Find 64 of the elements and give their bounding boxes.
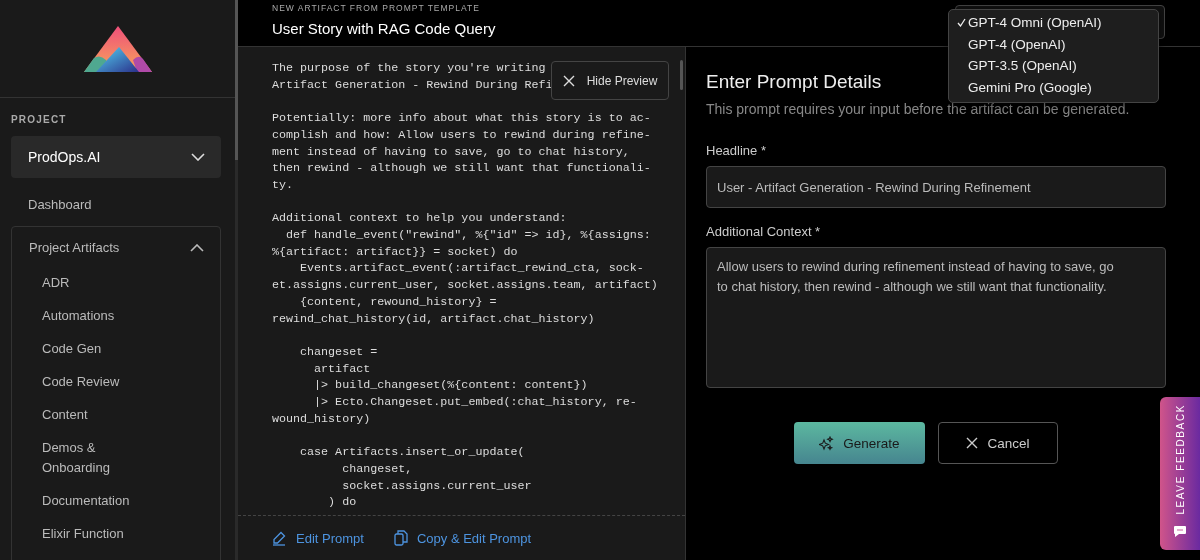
action-link[interactable]: Edit Prompt (272, 530, 364, 546)
field-label: Additional Context * (706, 224, 821, 239)
code-line: socket.assigns.current_user (341, 477, 532, 495)
page-overline: NEW ARTIFACT FROM PROMPT TEMPLATE (272, 3, 480, 13)
code-line: wound_history) (272, 410, 371, 428)
nav-item[interactable]: Content (42, 399, 132, 432)
code-line: artifact (313, 360, 371, 378)
code-line: complish and how: Allow users to rewind during refine- (272, 126, 651, 144)
code-line: Events.artifact_event(:artifact_rewind_cta, sock- (299, 260, 644, 278)
cancel-button[interactable]: Cancel (938, 422, 1058, 464)
nav-item[interactable]: Automations (42, 300, 132, 333)
logo-icon (82, 24, 153, 73)
action-link[interactable]: Copy & Edit Prompt (393, 530, 532, 546)
form-subtitle: This prompt requires your input before the artifact can be generated. (706, 101, 1130, 117)
scrollbar-thumb[interactable] (680, 60, 683, 90)
copy-icon (393, 530, 408, 546)
nav-item[interactable]: Code Gen (42, 333, 132, 366)
code-line: |> build_changeset(%{content: content}) (313, 377, 588, 394)
nav-item[interactable]: ADR (42, 267, 132, 300)
close-icon (966, 437, 979, 449)
code-line: then rewind - although we still want that functionali- (272, 160, 651, 177)
dropdown-option[interactable]: Gemini Pro (Google) (949, 76, 1158, 98)
code-line: Additional context to help you understand: (272, 210, 567, 227)
nav-item[interactable]: Documentation (42, 485, 132, 518)
code-line: %{artifact: artifact}} = socket) do (272, 243, 518, 261)
nav-group-header[interactable]: Project Artifacts (29, 240, 120, 255)
code-line: et.assigns.current_user, socket.assigns.team, artifact) (272, 277, 658, 294)
nav-item[interactable]: Dashboard (28, 197, 92, 212)
nav-item[interactable]: Demos & Onboarding (42, 432, 132, 485)
code-line: changeset, (341, 460, 413, 478)
generate-button[interactable]: Generate (794, 422, 925, 464)
code-line: Artifact Generation - Rewind During Refi (272, 76, 553, 94)
code-line: case Artifacts.insert_or_update( (299, 444, 525, 461)
chevron-up-icon (190, 243, 204, 252)
pencil-icon (272, 530, 287, 546)
hide-preview-button[interactable]: Hide Preview (551, 61, 669, 100)
code-line: changeset = (299, 343, 378, 361)
scrollbar[interactable] (235, 0, 238, 560)
code-line: ment instead of having to save, go to chat history, (272, 143, 630, 161)
input-field[interactable]: User - Artifact Generation - Rewind During Refinement (706, 166, 1166, 208)
close-icon (562, 74, 575, 87)
dropdown-option[interactable]: GPT-3.5 (OpenAI) (949, 55, 1158, 77)
code-line: ty. (272, 176, 294, 194)
code-line: def handle_event("rewind", %{"id" => id}, %{assigns: (285, 227, 651, 244)
code-line: ) do (327, 494, 357, 511)
code-line: |> Ecto.Changeset.put_embed(:chat_history, re- (313, 394, 637, 411)
nav-item[interactable]: Code Review (42, 366, 132, 399)
nav-item[interactable]: Elixir Function (42, 518, 132, 551)
feedback-tab[interactable]: LEAVE FEEDBACK (1160, 397, 1200, 550)
dropdown-option[interactable]: GPT-4 Omni (OpenAI) (949, 12, 1158, 34)
form-title: Enter Prompt Details (706, 71, 882, 93)
code-line: {content, rewound_history} = (299, 293, 497, 311)
text-area[interactable]: Allow users to rewind during refinement instead of having to save, go to chat history, then rewind - although we still want that functionality. (706, 247, 1166, 388)
section-label: PROJECT (11, 114, 67, 125)
code-line: rewind_chat_history(id, artifact.chat_history) (272, 310, 595, 328)
chat-icon (1173, 525, 1187, 538)
field-label: Headline * (706, 143, 766, 158)
page-title: User Story with RAG Code Query (272, 20, 496, 37)
dropdown-option[interactable]: GPT-4 (OpenAI) (949, 33, 1158, 55)
code-line: The purpose of the story you're writing (272, 60, 546, 77)
sparkle-icon (819, 435, 835, 451)
project-select[interactable]: ProdOps.AI (11, 136, 221, 178)
code-line: Potentially: more info about what this story is to ac- (272, 110, 651, 127)
chevron-down-icon (191, 153, 205, 161)
